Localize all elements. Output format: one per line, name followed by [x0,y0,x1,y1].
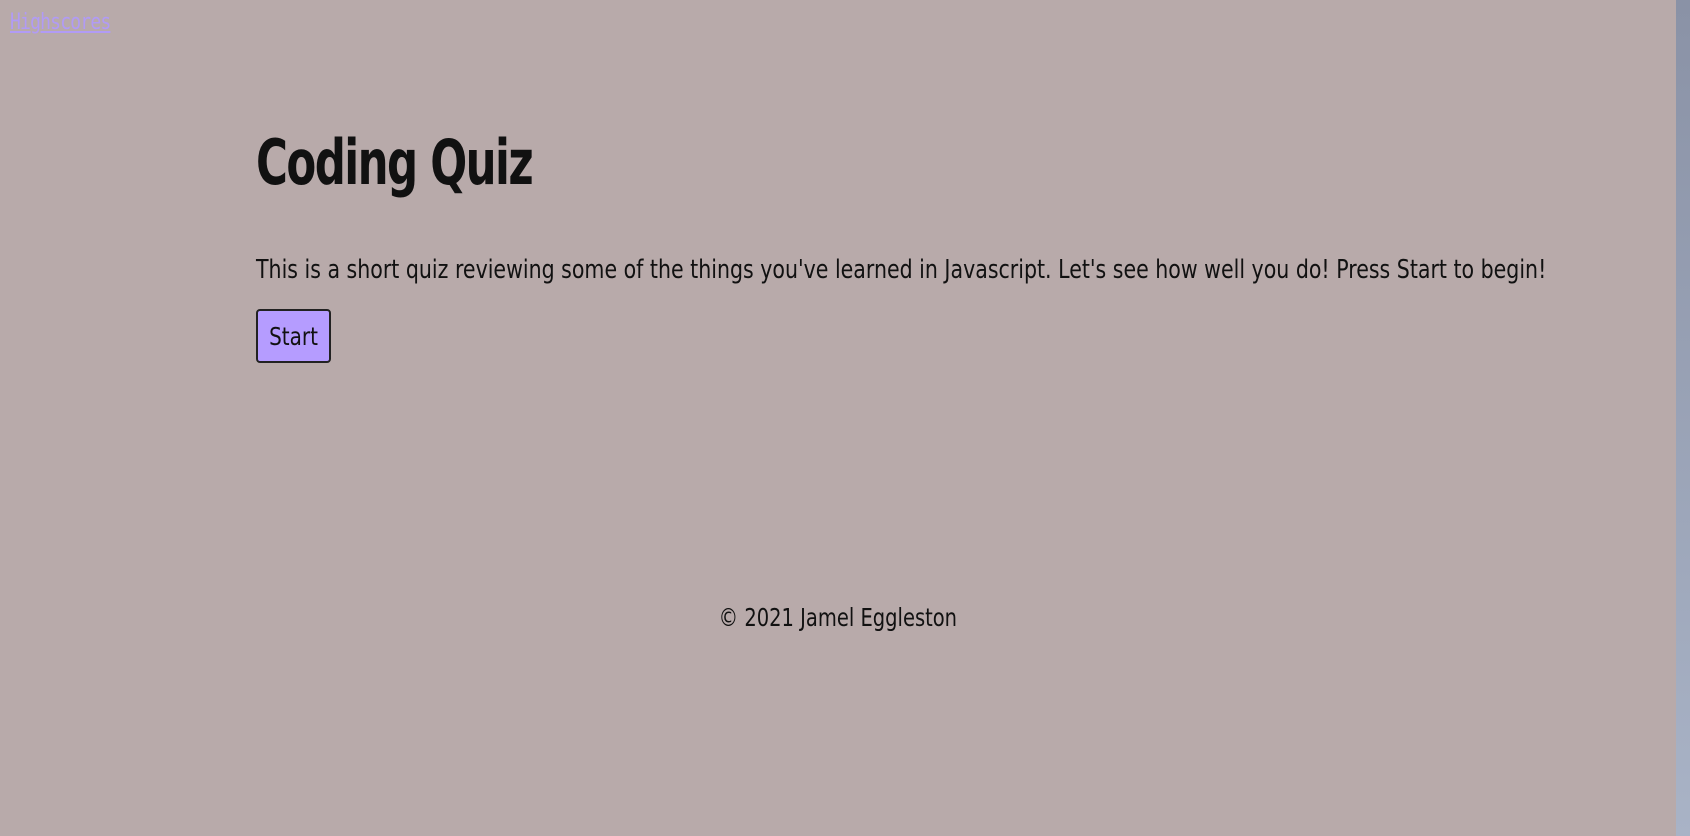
highscores-link[interactable]: Highscores [10,10,111,35]
page-title: Coding Quiz [256,126,534,199]
start-button[interactable]: Start [256,309,331,363]
quiz-description: This is a short quiz reviewing some of t… [256,255,1547,285]
scrollbar[interactable] [1676,0,1690,836]
start-button-label: Start [269,321,318,351]
footer: © 2021 Jamel Eggleston [0,603,1676,632]
quiz-intro-section: Coding Quiz This is a short quiz reviewi… [256,125,1547,363]
copyright-text: © 2021 Jamel Eggleston [718,603,958,632]
